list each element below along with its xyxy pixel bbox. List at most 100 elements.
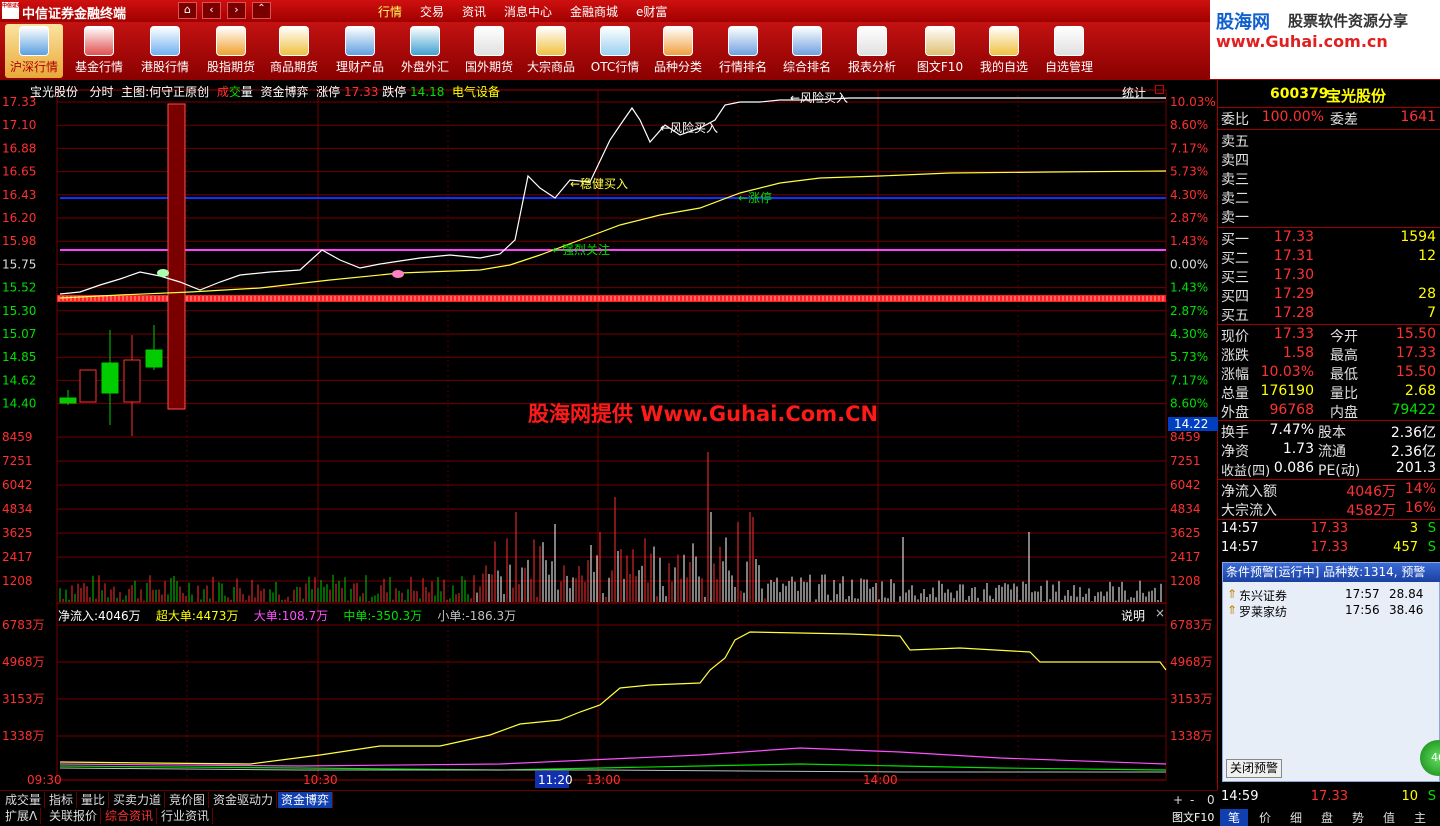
stat-box-icon[interactable] bbox=[1155, 85, 1164, 94]
toolbar-item-3[interactable]: 股指期货 bbox=[199, 24, 263, 78]
toolbar-item-5[interactable]: 理财产品 bbox=[328, 24, 392, 78]
bottom-tab-3[interactable]: 买卖力道 bbox=[110, 792, 166, 808]
menu-item-3[interactable]: 消息中心 bbox=[504, 3, 552, 20]
side-divider bbox=[1218, 107, 1440, 108]
toolbar: 沪深行情 基金行情 港股行情 股指期货 商品期货 理财产品 外盘外汇 国外期货 大宗商品 OTC行… bbox=[0, 22, 1210, 80]
back-button[interactable]: ‹ bbox=[202, 2, 221, 19]
toolbar-item-9[interactable]: OTC行情 bbox=[583, 24, 647, 78]
tick-price: 17.33 bbox=[1310, 540, 1348, 555]
sell-row-0[interactable]: 卖五 bbox=[1218, 131, 1440, 150]
toolbar-icon-4 bbox=[279, 26, 309, 56]
home-button[interactable]: ⌂ bbox=[178, 2, 197, 19]
zoom-control-2[interactable]: 0 bbox=[1204, 792, 1218, 808]
toolbar-item-2[interactable]: 港股行情 bbox=[133, 24, 197, 78]
menu-item-5[interactable]: e财富 bbox=[636, 3, 667, 20]
toolbar-item-6[interactable]: 外盘外汇 bbox=[393, 24, 457, 78]
toolbar-item-0[interactable]: 沪深行情 bbox=[5, 24, 63, 78]
candle-body bbox=[79, 369, 97, 403]
intraday-chart[interactable]: 17.33 10.03% 17.10 8.60% 16.88 7.17% 16.65 5.73… bbox=[0, 80, 1218, 792]
menu-item-4[interactable]: 金融商城 bbox=[570, 3, 618, 20]
toolbar-label-9: OTC行情 bbox=[590, 60, 640, 74]
brand-slogan: 股票软件资源分享 bbox=[1288, 12, 1409, 30]
sell-row-4[interactable]: 卖一 bbox=[1218, 207, 1440, 226]
buy-row-1[interactable]: 买二 17.31 12 bbox=[1218, 248, 1440, 267]
header-cheng: 成 bbox=[216, 85, 229, 99]
toolbar-item-10[interactable]: 品种分类 bbox=[646, 24, 710, 78]
buy-row-3[interactable]: 买四 17.29 28 bbox=[1218, 286, 1440, 305]
toolbar-item-15[interactable]: 我的自选 bbox=[972, 24, 1036, 78]
chart-canvas[interactable]: 17.33 10.03% 17.10 8.60% 16.88 7.17% 16.65 5.73… bbox=[0, 80, 1218, 792]
forward-button[interactable]: › bbox=[227, 2, 246, 19]
sell-row-1[interactable]: 卖四 bbox=[1218, 150, 1440, 169]
quote-value-1: 10.03% bbox=[1260, 364, 1314, 380]
menu-item-2[interactable]: 资讯 bbox=[462, 3, 486, 20]
sell-row-3[interactable]: 卖二 bbox=[1218, 188, 1440, 207]
bottom-tab2-0[interactable]: 扩展ᐱ bbox=[2, 808, 42, 824]
price-axis-label: 14.62 bbox=[2, 373, 36, 387]
toolbar-item-16[interactable]: 自选管理 bbox=[1037, 24, 1101, 78]
pct-axis-label: 2.87% bbox=[1170, 211, 1208, 225]
alert-item-1[interactable]: ⇑ 罗莱家纺 17:56 38.46 bbox=[1223, 603, 1440, 619]
side-tab-3[interactable]: 盘 bbox=[1313, 809, 1341, 826]
alert-time: 17:57 bbox=[1345, 587, 1380, 601]
price-tag: 14.22 bbox=[1168, 417, 1218, 431]
toolbar-icon-5 bbox=[345, 26, 375, 56]
stat-button[interactable]: 统计 bbox=[1122, 84, 1146, 101]
volume-axis-label-right: 4834 bbox=[1170, 502, 1201, 516]
fin-value-1: 1.73 bbox=[1282, 441, 1314, 457]
alert-value: 28.84 bbox=[1389, 587, 1424, 601]
bottom-tab2-1[interactable]: 关联报价 bbox=[46, 808, 102, 824]
toolbar-icon-10 bbox=[663, 26, 693, 56]
limit-band-red bbox=[57, 295, 1166, 302]
pct-axis-label: 5.73% bbox=[1170, 350, 1208, 364]
bottom-tab-4[interactable]: 竞价图 bbox=[166, 792, 210, 808]
side-tab-5[interactable]: 值 bbox=[1375, 809, 1403, 826]
buy-row-4[interactable]: 买五 17.28 7 bbox=[1218, 305, 1440, 324]
side-tab-6[interactable]: 主 bbox=[1406, 809, 1434, 826]
toolbar-item-11[interactable]: 行情排名 bbox=[711, 24, 775, 78]
bottom-tab-5[interactable]: 资金驱动力 bbox=[210, 792, 278, 808]
quote-row-4: 外盘 96768 内盘 79422 bbox=[1218, 402, 1440, 421]
bottom-tab-1[interactable]: 指标 bbox=[46, 792, 78, 808]
bottom-tab2-3[interactable]: 行业资讯 bbox=[158, 808, 214, 824]
buy-price: 17.33 bbox=[1273, 229, 1314, 245]
side-tab-1[interactable]: 价 bbox=[1251, 809, 1279, 826]
close-alert-button[interactable]: 关闭预警 bbox=[1226, 759, 1283, 778]
alert-window[interactable]: 条件预警[运行中] 品种数:1314, 预警 ⇑ 东兴证券 17:57 28.84 ⇑ 罗莱… bbox=[1222, 562, 1440, 782]
bottom-tab-6[interactable]: 资金博弈 bbox=[278, 792, 334, 808]
sell-row-2[interactable]: 卖三 bbox=[1218, 169, 1440, 188]
bottom-tab2-2[interactable]: 综合资讯 bbox=[102, 808, 158, 824]
zoom-control-0[interactable]: + bbox=[1170, 792, 1186, 808]
flow-close-icon[interactable]: × bbox=[1155, 606, 1165, 620]
bottom-tab-0[interactable]: 成交量 bbox=[2, 792, 46, 808]
pct-axis-label: 8.60% bbox=[1170, 118, 1208, 132]
explain-button[interactable]: 说明 bbox=[1121, 607, 1145, 624]
toolbar-item-7[interactable]: 国外期货 bbox=[457, 24, 521, 78]
menu-item-0[interactable]: 行情 bbox=[378, 3, 402, 20]
toolbar-label-13: 报表分析 bbox=[847, 60, 896, 74]
toolbar-item-4[interactable]: 商品期货 bbox=[262, 24, 326, 78]
alert-item-0[interactable]: ⇑ 东兴证券 17:57 28.84 bbox=[1223, 587, 1440, 603]
side-tab-0[interactable]: 笔 bbox=[1220, 809, 1248, 826]
quote-label-2: 量比 bbox=[1330, 386, 1358, 402]
toolbar-item-12[interactable]: 综合排名 bbox=[775, 24, 839, 78]
toolbar-item-14[interactable]: 图文F10 bbox=[908, 24, 972, 78]
price-axis-label: 16.43 bbox=[2, 188, 36, 202]
toolbar-item-13[interactable]: 报表分析 bbox=[840, 24, 904, 78]
alert-title[interactable]: 条件预警[运行中] 品种数:1314, 预警 bbox=[1223, 563, 1440, 582]
toolbar-item-8[interactable]: 大宗商品 bbox=[519, 24, 583, 78]
side-tab-2[interactable]: 细 bbox=[1282, 809, 1310, 826]
menu-item-1[interactable]: 交易 bbox=[420, 3, 444, 20]
buy-row-2[interactable]: 买三 17.30 bbox=[1218, 267, 1440, 286]
sell-label: 卖一 bbox=[1221, 210, 1249, 226]
collapse-button[interactable]: ⌃ bbox=[252, 2, 271, 19]
buy-label: 买一 bbox=[1221, 232, 1249, 248]
buy-row-0[interactable]: 买一 17.33 1594 bbox=[1218, 229, 1440, 248]
toolbar-item-1[interactable]: 基金行情 bbox=[67, 24, 131, 78]
fin-row-1: 净资 1.73 流通 2.36亿 bbox=[1218, 441, 1440, 460]
bottom-tab-2[interactable]: 量比 bbox=[78, 792, 110, 808]
zoom-control-1[interactable]: - bbox=[1187, 792, 1197, 808]
time-axis-label: 09:30 bbox=[27, 773, 62, 787]
price-axis-label: 15.98 bbox=[2, 234, 36, 248]
side-tab-4[interactable]: 势 bbox=[1344, 809, 1372, 826]
